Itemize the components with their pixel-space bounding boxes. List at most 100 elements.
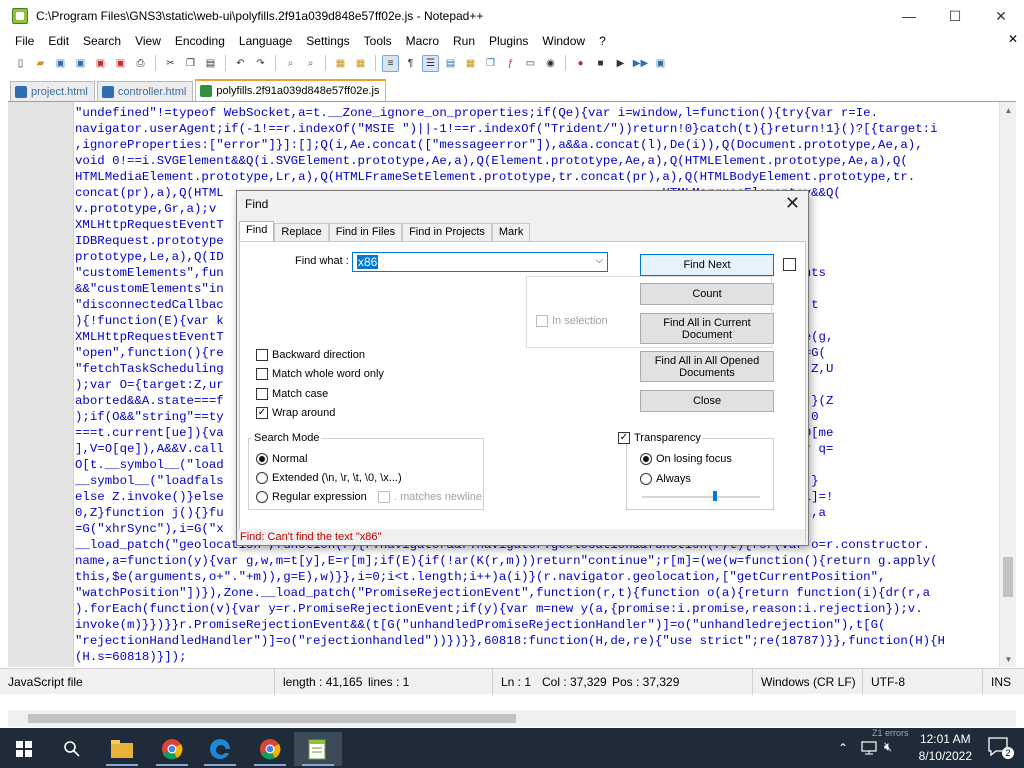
undo-icon[interactable]: ↶ — [232, 55, 249, 72]
stop-macro-icon[interactable]: ■ — [592, 55, 609, 72]
notepadpp-taskbar-icon[interactable] — [294, 732, 342, 766]
tab-find-in-files[interactable]: Find in Files — [328, 223, 403, 241]
code-line[interactable]: ,ignoreProperties:["error"]}]:[];Q(i,Ae.… — [75, 137, 993, 153]
find-next-button[interactable]: Find Next — [640, 254, 774, 276]
close-document-x-icon[interactable]: ✕ — [1008, 32, 1018, 46]
volume-muted-icon[interactable]: 🔇︎ — [884, 739, 892, 755]
minimize-button[interactable]: — — [886, 0, 932, 32]
find-what-input[interactable]: x86 — [357, 255, 379, 269]
zoom-out-icon[interactable]: ▦ — [352, 55, 369, 72]
code-line[interactable]: void 0!==i.SVGElement&&Q(i.SVGElement.pr… — [75, 153, 993, 169]
menu-tools[interactable]: Tools — [357, 34, 399, 48]
tab-project-html[interactable]: project.html — [10, 81, 95, 101]
redo-icon[interactable]: ↷ — [252, 55, 269, 72]
zoom-in-icon[interactable]: ▦ — [332, 55, 349, 72]
menu-encoding[interactable]: Encoding — [168, 34, 232, 48]
find-all-opened-documents-button[interactable]: Find All in All Opened Documents — [640, 351, 774, 382]
find-icon[interactable]: ⌕ — [282, 55, 299, 72]
tray-overflow-chevron-icon[interactable]: ⌃ — [838, 741, 848, 755]
vertical-scrollbar[interactable]: ▲ ▼ — [999, 102, 1016, 667]
paste-icon[interactable]: ▤ — [202, 55, 219, 72]
backward-direction-checkbox[interactable]: Backward direction — [256, 349, 365, 361]
maximize-button[interactable]: ☐ — [932, 0, 978, 32]
code-line[interactable]: HTMLMediaElement.prototype,Lr,a),Q(HTMLF… — [75, 169, 993, 185]
menu-window[interactable]: Window — [535, 34, 592, 48]
menu-file[interactable]: File — [8, 34, 41, 48]
wrap-around-checkbox[interactable]: ✓ Wrap around — [256, 407, 335, 419]
in-selection-checkbox[interactable]: In selection — [536, 315, 608, 327]
edge-icon[interactable] — [196, 732, 244, 766]
cut-icon[interactable]: ✂ — [162, 55, 179, 72]
chevron-down-icon[interactable]: ⌵ — [595, 255, 603, 266]
copy-icon[interactable]: ❐ — [182, 55, 199, 72]
file-explorer-icon[interactable] — [98, 732, 146, 766]
on-losing-focus-radio[interactable]: On losing focus — [640, 453, 732, 465]
menu-edit[interactable]: Edit — [41, 34, 76, 48]
normal-radio[interactable]: Normal — [256, 453, 307, 465]
document-map-icon[interactable]: ▦ — [462, 55, 479, 72]
play-macro-icon[interactable]: ▶ — [612, 55, 629, 72]
tab-find[interactable]: Find — [239, 221, 275, 241]
save-macro-icon[interactable]: ▣ — [652, 55, 669, 72]
match-case-checkbox[interactable]: Match case — [256, 388, 328, 400]
run-macro-multiple-icon[interactable]: ▶▶ — [632, 55, 649, 72]
always-radio[interactable]: Always — [640, 473, 691, 485]
menu-run[interactable]: Run — [446, 34, 482, 48]
function-list-icon[interactable]: ❐ — [482, 55, 499, 72]
extended-radio[interactable]: Extended (\n, \r, \t, \0, \x...) — [256, 472, 402, 484]
folder-as-workspace-icon[interactable]: ƒ — [502, 55, 519, 72]
start-windows-icon[interactable] — [0, 732, 48, 766]
code-line[interactable]: "watchPosition"])}),Zone.__load_patch("P… — [75, 585, 993, 601]
dialog-pin-checkbox[interactable] — [783, 258, 796, 271]
action-center-icon[interactable]: 2 — [988, 737, 1014, 759]
code-line[interactable]: ).forEach(function(v){var y=r.PromiseRej… — [75, 601, 993, 617]
indent-guide-icon[interactable]: ☰ — [422, 54, 439, 72]
close-file-icon[interactable]: ▣ — [92, 55, 109, 72]
horizontal-scrollbar[interactable] — [8, 710, 1016, 727]
save-icon[interactable]: ▣ — [52, 55, 69, 72]
find-what-combobox[interactable]: x86 ⌵ — [352, 252, 608, 272]
transparency-slider[interactable] — [642, 491, 760, 501]
count-button[interactable]: Count — [640, 283, 774, 305]
system-clock[interactable]: 12:01 AM 8/10/2022 — [919, 731, 972, 765]
tab-mark[interactable]: Mark — [491, 223, 531, 241]
code-line[interactable]: "rejectionHandledHandler")]=o("rejection… — [75, 633, 993, 649]
horizontal-scroll-thumb[interactable] — [28, 714, 516, 723]
menu-view[interactable]: View — [128, 34, 168, 48]
menu-macro[interactable]: Macro — [399, 34, 446, 48]
show-all-characters-icon[interactable]: ¶ — [402, 55, 419, 72]
print-icon[interactable]: ⎙ — [132, 55, 149, 72]
menu-settings[interactable]: Settings — [299, 34, 356, 48]
code-line[interactable]: navigator.userAgent;if(-1!==r.indexOf("M… — [75, 121, 993, 137]
word-wrap-icon[interactable]: ≡ — [382, 54, 399, 72]
menu-help[interactable]: ? — [592, 34, 613, 48]
menu-language[interactable]: Language — [232, 34, 299, 48]
close-all-icon[interactable]: ▣ — [112, 55, 129, 72]
title-bar[interactable]: C:\Program Files\GNS3\static\web-ui\poly… — [0, 0, 1024, 32]
dialog-close-icon[interactable]: ✕ — [785, 193, 800, 214]
replace-icon[interactable]: ⌕ — [302, 55, 319, 72]
match-whole-word-checkbox[interactable]: Match whole word only — [256, 368, 384, 380]
code-line[interactable]: "undefined"!=typeof WebSocket,a=t.__Zone… — [75, 105, 993, 121]
tab-find-in-projects[interactable]: Find in Projects — [402, 223, 492, 241]
new-file-icon[interactable]: ▯ — [12, 55, 29, 72]
menu-plugins[interactable]: Plugins — [482, 34, 535, 48]
chrome-icon[interactable] — [148, 732, 196, 766]
search-icon[interactable] — [48, 732, 96, 766]
clipboard-history-icon[interactable]: ▭ — [522, 55, 539, 72]
close-button[interactable]: Close — [640, 390, 774, 412]
transparency-checkbox[interactable]: ✓ Transparency — [618, 432, 703, 444]
code-line[interactable]: this,$e(arguments,o+"."+m)),g=E),w)}},i=… — [75, 569, 993, 585]
save-all-icon[interactable]: ▣ — [72, 55, 89, 72]
open-file-icon[interactable]: ▰ — [32, 55, 49, 72]
code-line[interactable]: (H.s=60818)}]); — [75, 649, 993, 665]
record-macro-icon[interactable]: ● — [572, 55, 589, 72]
close-button[interactable]: ✕ — [978, 0, 1024, 32]
tab-controller-html[interactable]: controller.html — [96, 81, 194, 101]
network-icon[interactable] — [860, 740, 878, 759]
find-all-current-document-button[interactable]: Find All in Current Document — [640, 313, 774, 344]
slider-thumb[interactable] — [713, 491, 717, 501]
menu-search[interactable]: Search — [76, 34, 128, 48]
scroll-up-icon[interactable]: ▲ — [1000, 102, 1016, 119]
vertical-scroll-thumb[interactable] — [1003, 557, 1013, 597]
